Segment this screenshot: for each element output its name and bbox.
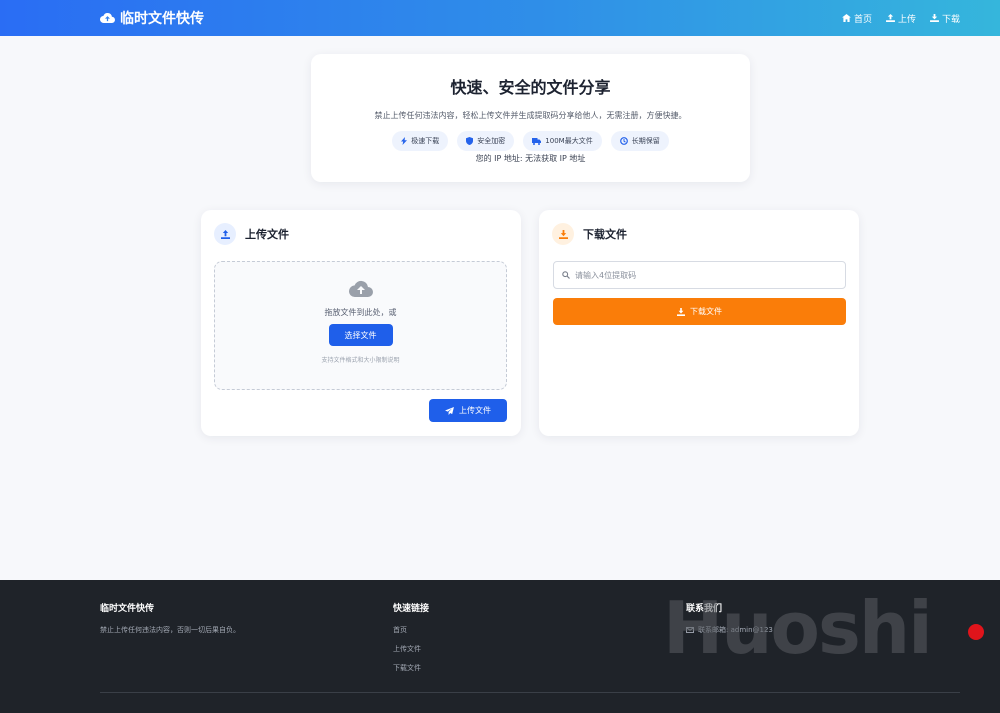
footer-divider	[100, 692, 960, 693]
badge-secure-label: 安全加密	[477, 137, 506, 145]
badge-secure: 安全加密	[457, 131, 515, 151]
nav-home[interactable]: 首页	[842, 12, 872, 25]
cloud-upload-icon	[100, 12, 115, 24]
download-icon	[930, 14, 939, 22]
nav-download-label: 下载	[941, 14, 960, 25]
download-card-title: 下载文件	[583, 228, 627, 241]
choose-file-button[interactable]: 选择文件	[328, 324, 393, 346]
code-input-wrap[interactable]	[553, 261, 846, 289]
drop-text: 拖放文件到此处，或	[324, 308, 397, 317]
hero-subtitle: 禁止上传任何违法内容，轻松上传文件并生成提取码分享给他人，无需注册，方便快捷。	[374, 111, 687, 120]
hero-card: 快速、安全的文件分享 禁止上传任何违法内容，轻松上传文件并生成提取码分享给他人，…	[311, 54, 750, 182]
hero-title: 快速、安全的文件分享	[450, 78, 611, 97]
upload-button-label: 上传文件	[459, 406, 491, 415]
upload-file-button[interactable]: 上传文件	[429, 399, 507, 422]
watermark-logo: Huoshi	[663, 586, 933, 670]
badge-retention: 长期保留	[610, 131, 669, 151]
clock-icon	[619, 137, 628, 145]
navbar: 临时文件快传 首页 上传 下载	[0, 0, 1000, 36]
upload-icon	[220, 229, 230, 239]
badge-size: 100M最大文件	[523, 131, 602, 151]
footer-about: 临时文件快传 禁止上传任何违法内容，否则一切后果自负。	[100, 601, 240, 635]
send-icon	[445, 406, 454, 415]
badge-size-label: 100M最大文件	[545, 137, 593, 145]
home-icon	[842, 14, 851, 22]
download-card: 下载文件 下载文件	[539, 210, 859, 436]
shield-icon	[466, 137, 474, 145]
footer-link-upload[interactable]: 上传文件	[393, 644, 429, 654]
footer-link-download[interactable]: 下载文件	[393, 663, 429, 673]
file-dropzone[interactable]: 拖放文件到此处，或 选择文件 支持文件格式和大小限制说明	[214, 261, 507, 390]
download-card-icon-wrap	[552, 223, 574, 245]
extract-code-input[interactable]	[575, 270, 835, 280]
footer-links: 快速链接 首页 上传文件 下载文件	[393, 601, 429, 673]
cloud-upload-icon	[348, 280, 373, 298]
upload-card-icon-wrap	[214, 223, 236, 245]
watermark-dot	[968, 624, 984, 640]
search-icon	[562, 271, 570, 279]
footer-link-home[interactable]: 首页	[393, 625, 429, 635]
upload-user-icon	[886, 14, 895, 22]
nav-download[interactable]: 下载	[930, 12, 960, 25]
footer-links-title: 快速链接	[393, 604, 430, 614]
download-icon	[677, 307, 685, 316]
footer: 临时文件快传 禁止上传任何违法内容，否则一切后果自负。 快速链接 首页 上传文件…	[0, 580, 1000, 713]
badge-retention-label: 长期保留	[631, 137, 660, 145]
bolt-icon	[401, 137, 408, 145]
ip-address-text: 您的 IP 地址: 无法获取 IP 地址	[475, 154, 586, 163]
download-file-button[interactable]: 下载文件	[553, 298, 846, 325]
feature-badges: 极速下载 安全加密 100M最大文件 长期保留	[311, 131, 750, 151]
nav-home-label: 首页	[853, 14, 872, 25]
download-icon	[558, 229, 568, 239]
nav-upload[interactable]: 上传	[886, 12, 916, 25]
nav-upload-label: 上传	[897, 14, 916, 25]
badge-speed-label: 极速下载	[411, 137, 440, 145]
drop-hint: 支持文件格式和大小限制说明	[321, 357, 400, 364]
brand-title: 临时文件快传	[120, 11, 204, 27]
brand[interactable]: 临时文件快传	[100, 8, 204, 28]
badge-speed: 极速下载	[392, 131, 449, 151]
footer-about-text: 禁止上传任何违法内容，否则一切后果自负。	[100, 626, 240, 634]
download-button-label: 下载文件	[690, 307, 722, 316]
footer-about-title: 临时文件快传	[100, 604, 155, 614]
upload-card-title: 上传文件	[245, 228, 289, 241]
truck-icon	[532, 137, 542, 145]
upload-card: 上传文件 拖放文件到此处，或 选择文件 支持文件格式和大小限制说明 上传文件	[201, 210, 521, 436]
